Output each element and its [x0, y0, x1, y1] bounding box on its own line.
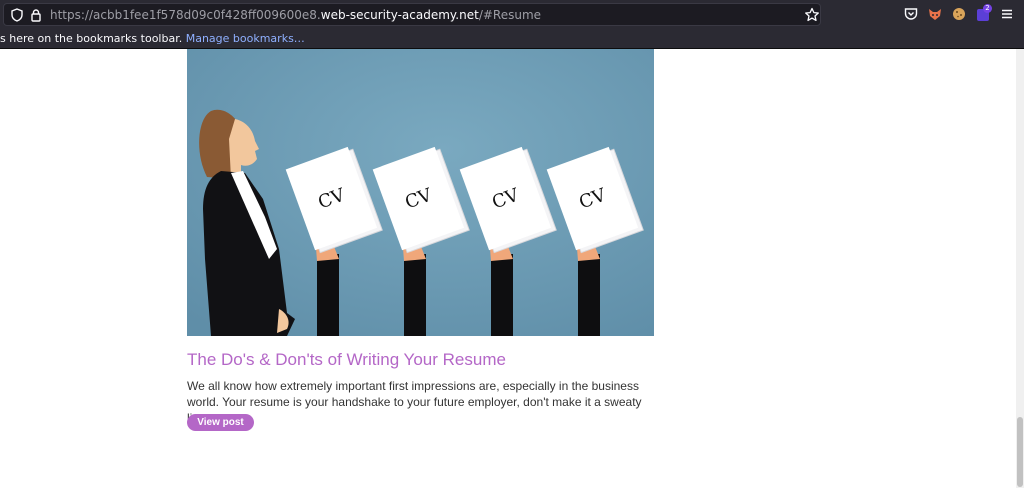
bookmarks-hint: s here on the bookmarks toolbar. Manage … [0, 32, 305, 46]
url-text[interactable]: https://acbb1fee1f578d09c0f428ff009600e8… [50, 7, 541, 23]
page-content: CV CV CV CV The Do's & Don'ts of Writing… [0, 49, 1016, 488]
browser-toolbar: https://acbb1fee1f578d09c0f428ff009600e8… [0, 0, 1024, 30]
pocket-icon[interactable] [903, 6, 919, 22]
bookmark-star-icon[interactable] [804, 7, 820, 23]
address-bar[interactable]: https://acbb1fee1f578d09c0f428ff009600e8… [3, 3, 821, 26]
view-post-button[interactable]: View post [187, 414, 254, 431]
extension-badge-icon[interactable]: 2 [976, 4, 994, 22]
post-summary: We all know how extremely important firs… [187, 379, 642, 425]
page-scrollbar[interactable] [1016, 49, 1024, 488]
url-suffix: /#Resume [478, 8, 542, 22]
fox-extension-icon[interactable] [927, 6, 943, 22]
menu-icon[interactable] [999, 6, 1015, 22]
shield-icon[interactable] [10, 8, 24, 22]
bookmarks-hint-text: s here on the bookmarks toolbar. [0, 32, 183, 45]
url-prefix: https://acbb1fee1f578d09c0f428ff009600e8… [50, 8, 321, 22]
post-image[interactable]: CV CV CV CV [187, 49, 654, 336]
scrollbar-thumb[interactable] [1017, 417, 1023, 487]
cookie-extension-icon[interactable] [951, 6, 967, 22]
url-host: web-security-academy.net [320, 8, 479, 22]
post-title[interactable]: The Do's & Don'ts of Writing Your Resume [187, 350, 506, 370]
lock-icon[interactable] [29, 8, 43, 22]
extension-badge-count: 2 [983, 4, 992, 13]
manage-bookmarks-link[interactable]: Manage bookmarks… [186, 32, 305, 45]
bookmarks-toolbar: s here on the bookmarks toolbar. Manage … [0, 30, 1024, 49]
